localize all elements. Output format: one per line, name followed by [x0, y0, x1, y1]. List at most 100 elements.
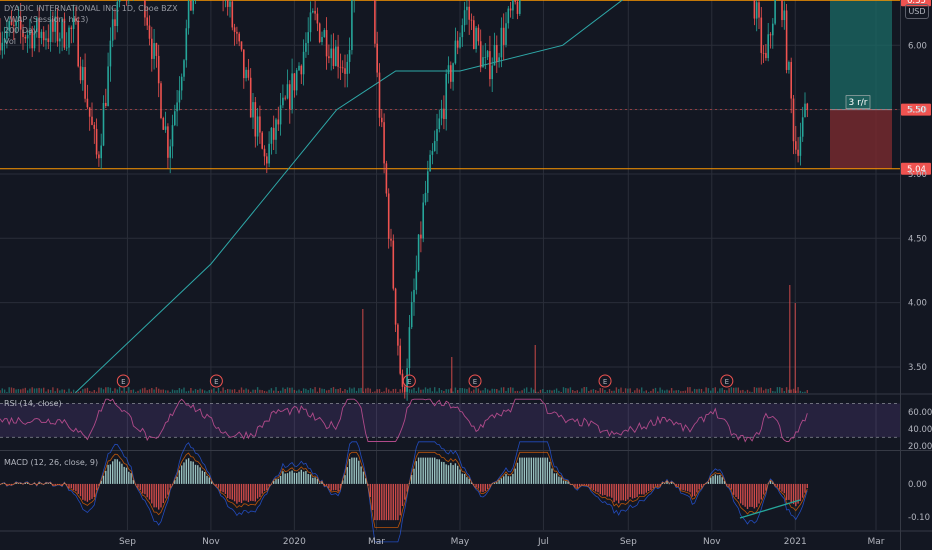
x-tick-label: Nov — [202, 537, 220, 547]
candle-body — [790, 62, 792, 99]
volume-bar — [611, 390, 613, 393]
stop-zone[interactable] — [830, 109, 892, 169]
macd-histogram-bar — [758, 483, 760, 504]
volume-bar — [726, 390, 728, 393]
macd-histogram-bar — [447, 465, 450, 484]
macd-histogram-bar — [461, 473, 463, 484]
volume-bar — [59, 390, 61, 393]
x-tick-label: Sep — [119, 537, 136, 547]
candle-body — [105, 102, 107, 106]
currency-badge[interactable]: USD — [905, 4, 929, 19]
volume-bar — [705, 387, 707, 393]
volume-bar — [268, 389, 270, 393]
candle-body — [295, 70, 298, 91]
volume-bar — [670, 388, 673, 393]
earnings-marker-label: E — [725, 378, 729, 386]
candle-body — [82, 67, 84, 81]
volume-bar — [443, 390, 445, 393]
chart-background — [0, 0, 932, 550]
macd-histogram-bar — [378, 483, 381, 521]
volume-bar — [438, 388, 440, 393]
volume-bar — [82, 389, 84, 393]
volume-bar — [459, 388, 461, 393]
macd-histogram-bar — [677, 483, 680, 486]
macd-histogram-bar — [75, 483, 77, 492]
volume-bar — [756, 387, 758, 393]
rr-label[interactable]: 3 r/r — [848, 98, 867, 108]
volume-bar — [371, 391, 374, 393]
position-tool[interactable]: 3 r/r — [830, 0, 892, 169]
volume-bar — [128, 387, 130, 393]
macd-histogram-bar — [314, 477, 316, 484]
volume-bar — [597, 390, 599, 393]
candle-body — [468, 6, 470, 20]
macd-histogram-bar — [399, 483, 401, 516]
candle-body — [427, 171, 429, 193]
candle-body — [438, 118, 441, 130]
volume-bar — [521, 390, 523, 393]
volume-bar — [102, 389, 105, 393]
macd-histogram-bar — [162, 483, 164, 503]
volume-bar — [420, 389, 422, 393]
macd-histogram-bar — [298, 471, 300, 484]
macd-histogram-bar — [197, 465, 199, 484]
macd-histogram-bar — [123, 466, 125, 484]
macd-histogram-bar — [645, 483, 647, 493]
macd-histogram-bar — [224, 483, 227, 494]
macd-histogram-bar — [116, 459, 118, 484]
volume-bar — [194, 389, 197, 393]
target-zone[interactable] — [830, 0, 892, 110]
candle-body — [231, 1, 234, 28]
volume-bar — [0, 390, 1, 393]
volume-bar — [121, 390, 123, 393]
volume-bar — [620, 387, 622, 393]
volume-bar — [273, 390, 275, 393]
volume-bar — [558, 390, 560, 393]
volume-bar — [643, 391, 645, 393]
volume-bar — [753, 387, 756, 393]
macd-histogram-bar — [312, 477, 314, 484]
macd-histogram-bar — [185, 459, 187, 484]
candle-body — [102, 102, 105, 146]
candle-body — [162, 118, 165, 130]
volume-bar — [473, 389, 475, 393]
volume-bar — [10, 387, 13, 393]
macd-histogram-bar — [650, 483, 652, 491]
macd-histogram-bar — [362, 471, 365, 484]
macd-histogram-bar — [615, 483, 618, 501]
candle-body — [482, 57, 484, 68]
volume-bar — [319, 387, 321, 393]
candle-body — [190, 0, 192, 11]
volume-bar — [144, 387, 146, 393]
volume-bar — [719, 388, 721, 393]
volume-bar — [130, 389, 132, 393]
macd-histogram-bar — [158, 483, 160, 510]
candle-body — [445, 73, 447, 120]
volume-bar — [728, 388, 730, 393]
macd-histogram-bar — [259, 483, 261, 498]
volume-bar — [79, 391, 82, 393]
candle-body — [254, 102, 257, 137]
macd-histogram-bar — [187, 458, 190, 484]
macd-legend: MACD (12, 26, close, 9) — [4, 458, 99, 467]
macd-histogram-bar — [781, 483, 783, 492]
volume-bar — [613, 390, 615, 393]
macd-histogram-bar — [250, 483, 252, 501]
volume-bar — [767, 389, 769, 393]
candle-body — [243, 49, 245, 79]
volume-bar — [429, 387, 431, 393]
macd-histogram-bar — [542, 457, 544, 484]
volume-bar — [289, 387, 291, 393]
volume-bar — [652, 388, 654, 393]
macd-histogram-bar — [562, 480, 565, 484]
price-chart[interactable]: 3 r/r 6.906.355.045.50 EEEEEE 60.0040.00… — [0, 0, 932, 550]
macd-histogram-bar — [560, 477, 562, 484]
macd-histogram-bar — [544, 457, 546, 484]
volume-bar — [229, 389, 231, 393]
volume-bar — [760, 387, 762, 393]
volume-bar — [291, 387, 293, 393]
volume-bar — [183, 387, 185, 393]
macd-histogram-bar — [696, 483, 698, 493]
volume-bar — [434, 387, 436, 393]
volume-bar — [650, 390, 652, 393]
